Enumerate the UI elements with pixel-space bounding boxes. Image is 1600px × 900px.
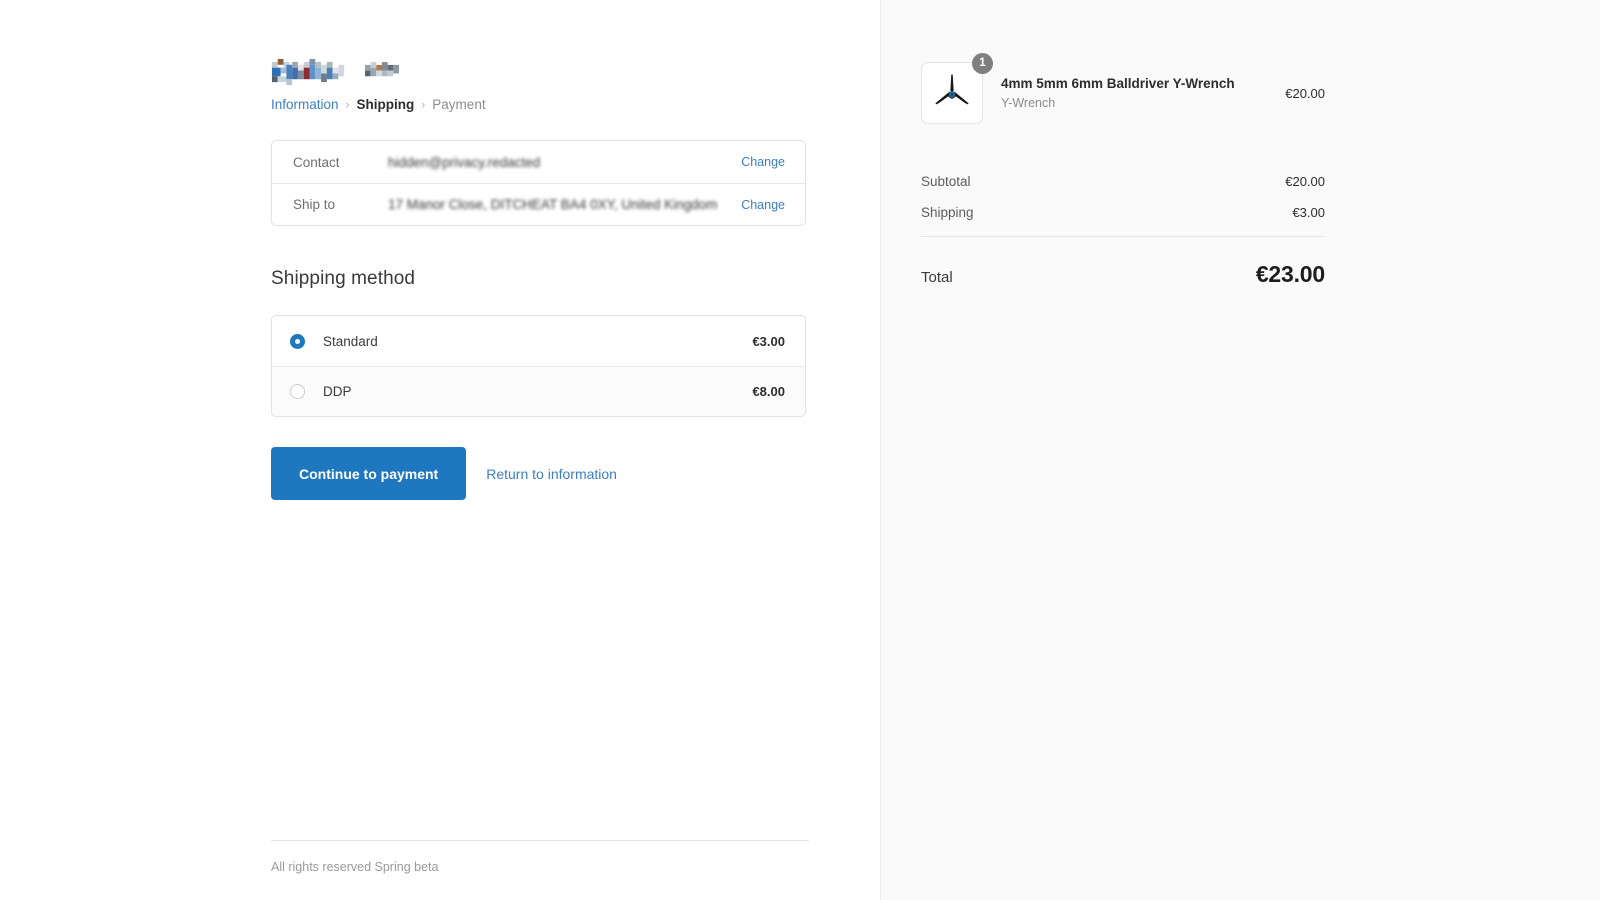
totals-value-total: €23.00 (1255, 261, 1325, 287)
totals-value-shipping: €3.00 (1292, 205, 1325, 220)
review-row-ship-to: Ship to 17 Manor Close, DITCHEAT BA4 0XY… (272, 183, 805, 225)
checkout-footer: All rights reserved Spring beta (271, 840, 816, 874)
shipping-option-standard[interactable]: Standard €3.00 (272, 316, 805, 366)
checkout-actions: Continue to payment Return to informatio… (271, 447, 816, 500)
totals-row-shipping: Shipping €3.00 (921, 205, 1325, 220)
shipping-option-ddp[interactable]: DDP €8.00 (272, 366, 805, 416)
totals-divider (921, 236, 1325, 237)
brand-logo-suffix (365, 62, 399, 77)
review-row-contact: Contact hidden@privacy.redacted Change (272, 141, 805, 183)
order-totals: Subtotal €20.00 Shipping €3.00 Total €23… (921, 174, 1325, 288)
footer-divider (271, 840, 809, 841)
order-line-item: 1 4mm 5mm 6mm Balldriver Y-Wrench Y-Wren… (921, 53, 1325, 124)
change-contact-link[interactable]: Change (741, 155, 785, 169)
line-item-text: 4mm 5mm 6mm Balldriver Y-Wrench Y-Wrench (983, 75, 1275, 111)
radio-ddp-icon[interactable] (290, 384, 305, 399)
breadcrumb: Information › Shipping › Payment (271, 96, 816, 114)
line-item-quantity-badge: 1 (972, 53, 993, 74)
checkout-pane: Information › Shipping › Payment Contact… (0, 0, 880, 900)
review-value-ship-to: 17 Manor Close, DITCHEAT BA4 0XY, United… (388, 197, 718, 212)
chevron-right-icon: › (421, 97, 426, 112)
line-item-title: 4mm 5mm 6mm Balldriver Y-Wrench (1001, 76, 1235, 91)
chevron-right-icon: › (345, 97, 350, 112)
line-item-variant: Y-Wrench (1001, 96, 1056, 110)
totals-label-total: Total (921, 269, 953, 286)
review-label-contact: Contact (293, 154, 340, 170)
shipping-option-ddp-price: €8.00 (752, 384, 785, 399)
totals-row-total: Total €23.00 (921, 261, 1325, 288)
radio-standard-icon[interactable] (290, 333, 305, 349)
line-item-thumbnail (921, 62, 983, 124)
totals-label-subtotal: Subtotal (921, 174, 971, 189)
shipping-option-standard-price: €3.00 (752, 333, 785, 349)
shipping-option-standard-label: Standard (323, 333, 378, 349)
shipping-option-ddp-label: DDP (323, 384, 352, 399)
footer-copyright: All rights reserved Spring beta (271, 860, 439, 874)
totals-label-shipping: Shipping (921, 205, 974, 220)
brand-logo-wordmark (271, 59, 345, 85)
checkout-page: Information › Shipping › Payment Contact… (0, 0, 1600, 900)
breadcrumb-item-information[interactable]: Information (271, 96, 339, 114)
order-review-card: Contact hidden@privacy.redacted Change S… (271, 140, 806, 226)
review-label-ship-to: Ship to (293, 197, 336, 212)
breadcrumb-item-payment: Payment (432, 97, 486, 112)
continue-to-payment-button[interactable]: Continue to payment (271, 447, 467, 500)
brand-logo[interactable] (271, 57, 816, 87)
return-to-information-link[interactable]: Return to information (486, 466, 617, 482)
shipping-method-options: Standard €3.00 DDP €8.00 (271, 315, 806, 417)
line-item-price: €20.00 (1285, 85, 1325, 101)
shipping-method-heading: Shipping method (271, 268, 416, 289)
y-wrench-product-thumbnail-icon (935, 74, 969, 105)
totals-row-subtotal: Subtotal €20.00 (921, 174, 1325, 189)
breadcrumb-item-shipping[interactable]: Shipping (357, 96, 415, 114)
review-value-contact: hidden@privacy.redacted (388, 154, 541, 170)
change-address-link[interactable]: Change (741, 198, 785, 212)
totals-value-subtotal: €20.00 (1285, 174, 1325, 189)
order-summary-pane: 1 4mm 5mm 6mm Balldriver Y-Wrench Y-Wren… (880, 0, 1600, 900)
line-item-thumbnail-wrap: 1 (921, 53, 993, 124)
